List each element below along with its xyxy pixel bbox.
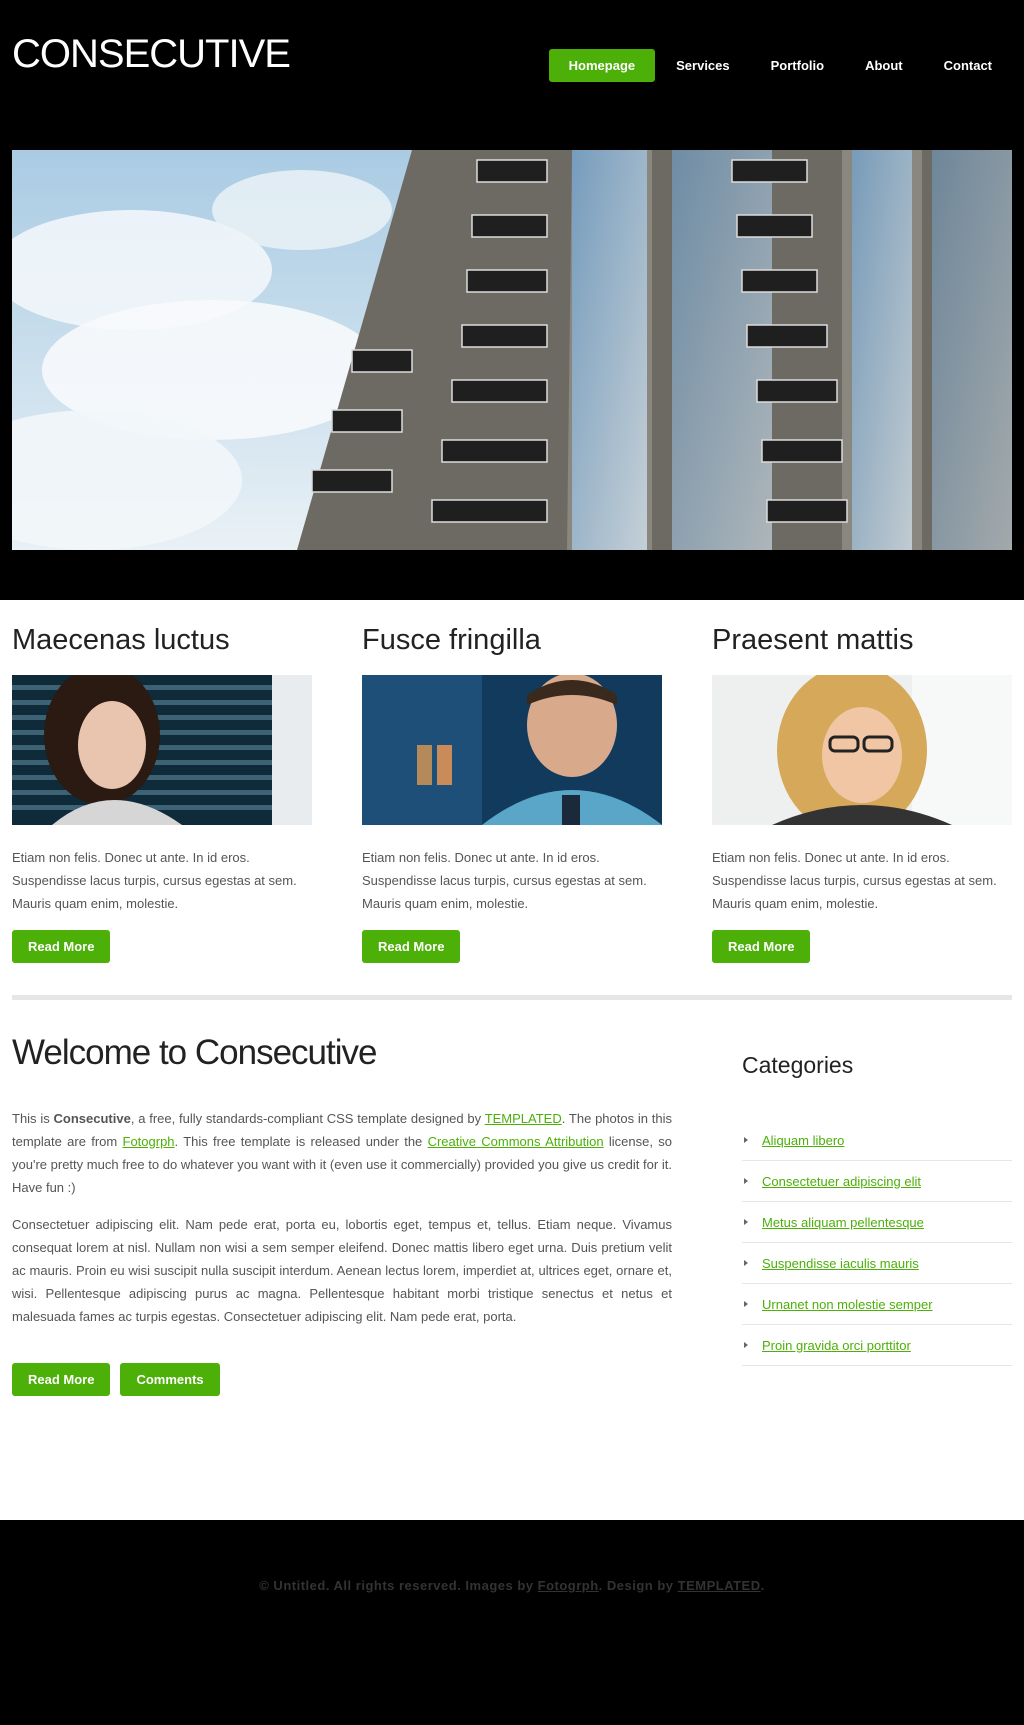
read-more-button[interactable]: Read More <box>12 930 111 963</box>
footer: © Untitled. All rights reserved. Images … <box>0 1520 1024 1725</box>
read-more-button[interactable]: Read More <box>362 930 461 963</box>
feature-title: Fusce fringilla <box>362 624 541 656</box>
templated-link[interactable]: TEMPLATED <box>485 1111 562 1126</box>
bullet-arrow-icon <box>744 1219 748 1225</box>
sidebar-title: Categories <box>742 1052 854 1078</box>
intro-text: , a free, fully standards-compliant CSS … <box>130 1111 485 1126</box>
feature-text: Etiam non felis. Donec ut ante. In id er… <box>362 850 647 911</box>
footer-text: © Untitled. All rights reserved. Images … <box>259 1578 538 1593</box>
nav-about[interactable]: About <box>845 49 923 82</box>
sidebar: Categories Aliquam libero Consectetuer a… <box>742 1050 1012 1366</box>
intro-text: This is <box>12 1111 54 1126</box>
read-more-button[interactable]: Read More <box>12 1363 111 1396</box>
page-title: Welcome to Consecutive <box>12 1033 377 1072</box>
content-actions: Read More Comments <box>12 1363 672 1396</box>
category-link[interactable]: Suspendisse iaculis mauris <box>762 1256 919 1271</box>
feature-text: Etiam non felis. Donec ut ante. In id er… <box>712 850 997 911</box>
bullet-arrow-icon <box>744 1342 748 1348</box>
feature-photo-man <box>362 675 662 825</box>
body-paragraph: Consectetuer adipiscing elit. Nam pede e… <box>12 1217 672 1324</box>
footer-text: . <box>760 1578 765 1593</box>
category-link[interactable]: Metus aliquam pellentesque <box>762 1215 924 1230</box>
feature-photo-woman <box>12 675 312 825</box>
nav-services[interactable]: Services <box>656 49 750 82</box>
nav-portfolio[interactable]: Portfolio <box>751 49 844 82</box>
license-link[interactable]: Creative Commons Attribution <box>428 1134 604 1149</box>
bullet-arrow-icon <box>744 1178 748 1184</box>
category-link[interactable]: Urnanet non molestie semper <box>762 1297 933 1312</box>
read-more-button[interactable]: Read More <box>712 930 811 963</box>
category-link[interactable]: Aliquam libero <box>762 1133 844 1148</box>
category-link[interactable]: Consectetuer adipiscing elit <box>762 1174 921 1189</box>
category-item: Consectetuer adipiscing elit <box>742 1161 1012 1202</box>
category-item: Suspendisse iaculis mauris <box>742 1243 1012 1284</box>
footer-text: . Design by <box>598 1578 678 1593</box>
feature-column-1: Maecenas luctus Etiam non felis. Donec u… <box>12 600 312 963</box>
footer-templated-link[interactable]: TEMPLATED <box>678 1578 761 1593</box>
category-item: Urnanet non molestie semper <box>742 1284 1012 1325</box>
bullet-arrow-icon <box>744 1301 748 1307</box>
copyright-text: © Untitled. All rights reserved. Images … <box>0 1578 1024 1593</box>
nav-contact[interactable]: Contact <box>924 49 1012 82</box>
intro-paragraph: This is Consecutive, a free, fully stand… <box>12 1107 672 1199</box>
nav-homepage[interactable]: Homepage <box>548 49 656 82</box>
category-item: Proin gravida orci porttitor <box>742 1325 1012 1366</box>
category-list: Aliquam libero Consectetuer adipiscing e… <box>742 1120 1012 1366</box>
fotogrph-link[interactable]: Fotogrph <box>123 1134 175 1149</box>
header: CONSECUTIVE Homepage Services Portfolio … <box>0 0 1024 600</box>
comments-button[interactable]: Comments <box>120 1363 220 1396</box>
main-nav: Homepage Services Portfolio About Contac… <box>548 49 1012 82</box>
main-content: Welcome to Consecutive This is Consecuti… <box>12 1030 672 1396</box>
intro-text: . This free template is released under t… <box>174 1134 428 1149</box>
brand-name: Consecutive <box>53 1111 131 1126</box>
hero-banner-image <box>12 150 1012 550</box>
category-item: Aliquam libero <box>742 1120 1012 1161</box>
feature-column-3: Praesent mattis Etiam non felis. Donec u… <box>712 600 1012 963</box>
feature-text: Etiam non felis. Donec ut ante. In id er… <box>12 850 297 911</box>
feature-title: Praesent mattis <box>712 624 914 656</box>
feature-title: Maecenas luctus <box>12 624 230 656</box>
category-item: Metus aliquam pellentesque <box>742 1202 1012 1243</box>
site-logo[interactable]: CONSECUTIVE <box>12 32 291 77</box>
section-divider <box>12 995 1012 1000</box>
feature-column-2: Fusce fringilla Etiam non felis. Donec u… <box>362 600 662 963</box>
category-link[interactable]: Proin gravida orci porttitor <box>762 1338 911 1353</box>
bullet-arrow-icon <box>744 1260 748 1266</box>
bullet-arrow-icon <box>744 1137 748 1143</box>
footer-fotogrph-link[interactable]: Fotogrph <box>538 1578 599 1593</box>
feature-photo-blonde-woman <box>712 675 1012 825</box>
